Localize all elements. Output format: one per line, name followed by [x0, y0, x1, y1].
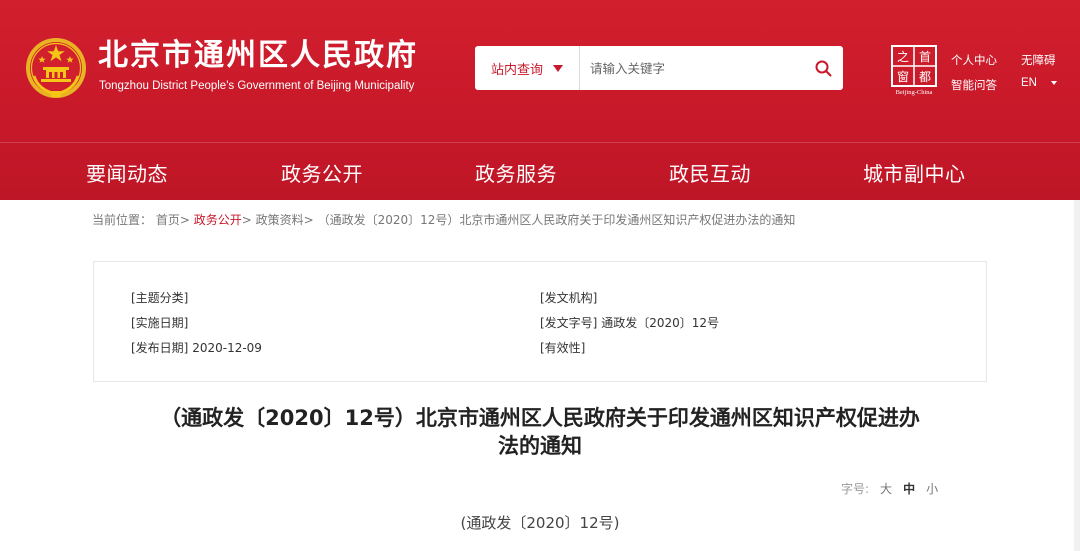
breadcrumb-current-doc[interactable]: （通政发〔2020〕12号）北京市通州区人民政府关于印发通州区知识产权促进办法的…: [318, 213, 796, 227]
meta-publish-date: [发布日期] 2020-12-09: [131, 339, 262, 356]
logo-char: 首: [919, 50, 931, 64]
capital-window-icon: 之 首 窗 都: [891, 45, 937, 87]
meta-validity-label: [有效性]: [540, 341, 586, 355]
main-nav: 要闻动态 政务公开 政务服务 政民互动 城市副中心: [0, 146, 1080, 196]
meta-topic-label: [主题分类]: [131, 291, 189, 305]
font-size-label: 字号:: [841, 482, 870, 496]
nav-item-sub-center[interactable]: 城市副中心: [863, 158, 966, 187]
nav-item-gov-affairs-open[interactable]: 政务公开: [281, 158, 363, 187]
national-emblem-icon[interactable]: [24, 36, 88, 100]
search-input[interactable]: [580, 46, 803, 90]
meta-publish-value: 2020-12-09: [192, 341, 262, 355]
document-title-line: 法的通知: [498, 434, 582, 458]
search-box: 站内查询: [475, 46, 843, 90]
smart-qa-link[interactable]: 智能问答: [951, 77, 997, 93]
meta-issuer: [发文机构]: [540, 289, 597, 306]
page-scrollbar[interactable]: [1074, 200, 1080, 551]
breadcrumb: 当前位置： 首页> 政务公开> 政策资料> （通政发〔2020〕12号）北京市通…: [92, 211, 795, 228]
caret-down-icon: [553, 64, 563, 72]
meta-validity: [有效性]: [540, 339, 585, 356]
search-button[interactable]: [803, 46, 843, 90]
language-switch[interactable]: EN: [1021, 77, 1057, 89]
meta-issuer-label: [发文机构]: [540, 291, 598, 305]
font-size-large-button[interactable]: 大: [880, 480, 892, 497]
site-subtitle: Tongzhou District People's Government of…: [99, 80, 415, 92]
search-icon: [815, 60, 831, 76]
site-title[interactable]: 北京市通州区人民政府: [98, 38, 418, 74]
meta-effective-label: [实施日期]: [131, 316, 189, 330]
caret-down-icon: [1050, 81, 1057, 85]
doc-meta-panel: [主题分类] [发文机构] [实施日期] [发文字号] 通政发〔2020〕12号…: [93, 261, 987, 382]
breadcrumb-separator: >: [241, 213, 252, 227]
meta-doc-number: [发文字号] 通政发〔2020〕12号: [540, 314, 719, 331]
search-scope-dropdown[interactable]: 站内查询: [475, 46, 580, 90]
personal-center-link[interactable]: 个人中心: [951, 52, 997, 68]
meta-doc-no-value: 通政发〔2020〕12号: [601, 316, 720, 330]
document-title-line: （通政发〔2020〕12号）北京市通州区人民政府关于印发通州区知识产权促进办: [160, 406, 920, 430]
font-size-medium-button[interactable]: 中: [903, 480, 915, 497]
meta-publish-label: [发布日期]: [131, 341, 189, 355]
site-header: 北京市通州区人民政府 Tongzhou District People's Go…: [0, 0, 1080, 200]
breadcrumb-home[interactable]: 首页: [156, 213, 180, 227]
meta-topic: [主题分类]: [131, 289, 188, 306]
breadcrumb-prefix: 当前位置：: [92, 213, 153, 227]
accessibility-link[interactable]: 无障碍: [1021, 52, 1056, 68]
breadcrumb-gov-affairs-open[interactable]: 政务公开: [194, 213, 242, 227]
breadcrumb-separator: >: [179, 213, 190, 227]
logo-char: 都: [919, 70, 931, 84]
font-size-switcher: 字号: 大 中 小: [841, 480, 938, 497]
meta-effective-date: [实施日期]: [131, 314, 188, 331]
language-label: EN: [1021, 77, 1037, 89]
logo-char: 窗: [897, 70, 909, 84]
meta-doc-no-label: [发文字号]: [540, 316, 598, 330]
capital-logo-caption: Beijing-China: [895, 89, 933, 96]
nav-item-gov-services[interactable]: 政务服务: [475, 158, 557, 187]
breadcrumb-policy-docs[interactable]: 政策资料: [256, 213, 304, 227]
document-number: (通政发〔2020〕12号): [460, 514, 620, 532]
search-scope-label: 站内查询: [490, 62, 543, 78]
nav-item-interaction[interactable]: 政民互动: [669, 158, 751, 187]
logo-char: 之: [897, 50, 909, 64]
font-size-small-button[interactable]: 小: [926, 480, 938, 497]
capital-window-logo[interactable]: 之 首 窗 都 Beijing-China: [888, 44, 940, 100]
breadcrumb-separator: >: [303, 213, 314, 227]
nav-item-news[interactable]: 要闻动态: [86, 158, 168, 187]
document-title: （通政发〔2020〕12号）北京市通州区人民政府关于印发通州区知识产权促进办 法…: [90, 404, 990, 460]
